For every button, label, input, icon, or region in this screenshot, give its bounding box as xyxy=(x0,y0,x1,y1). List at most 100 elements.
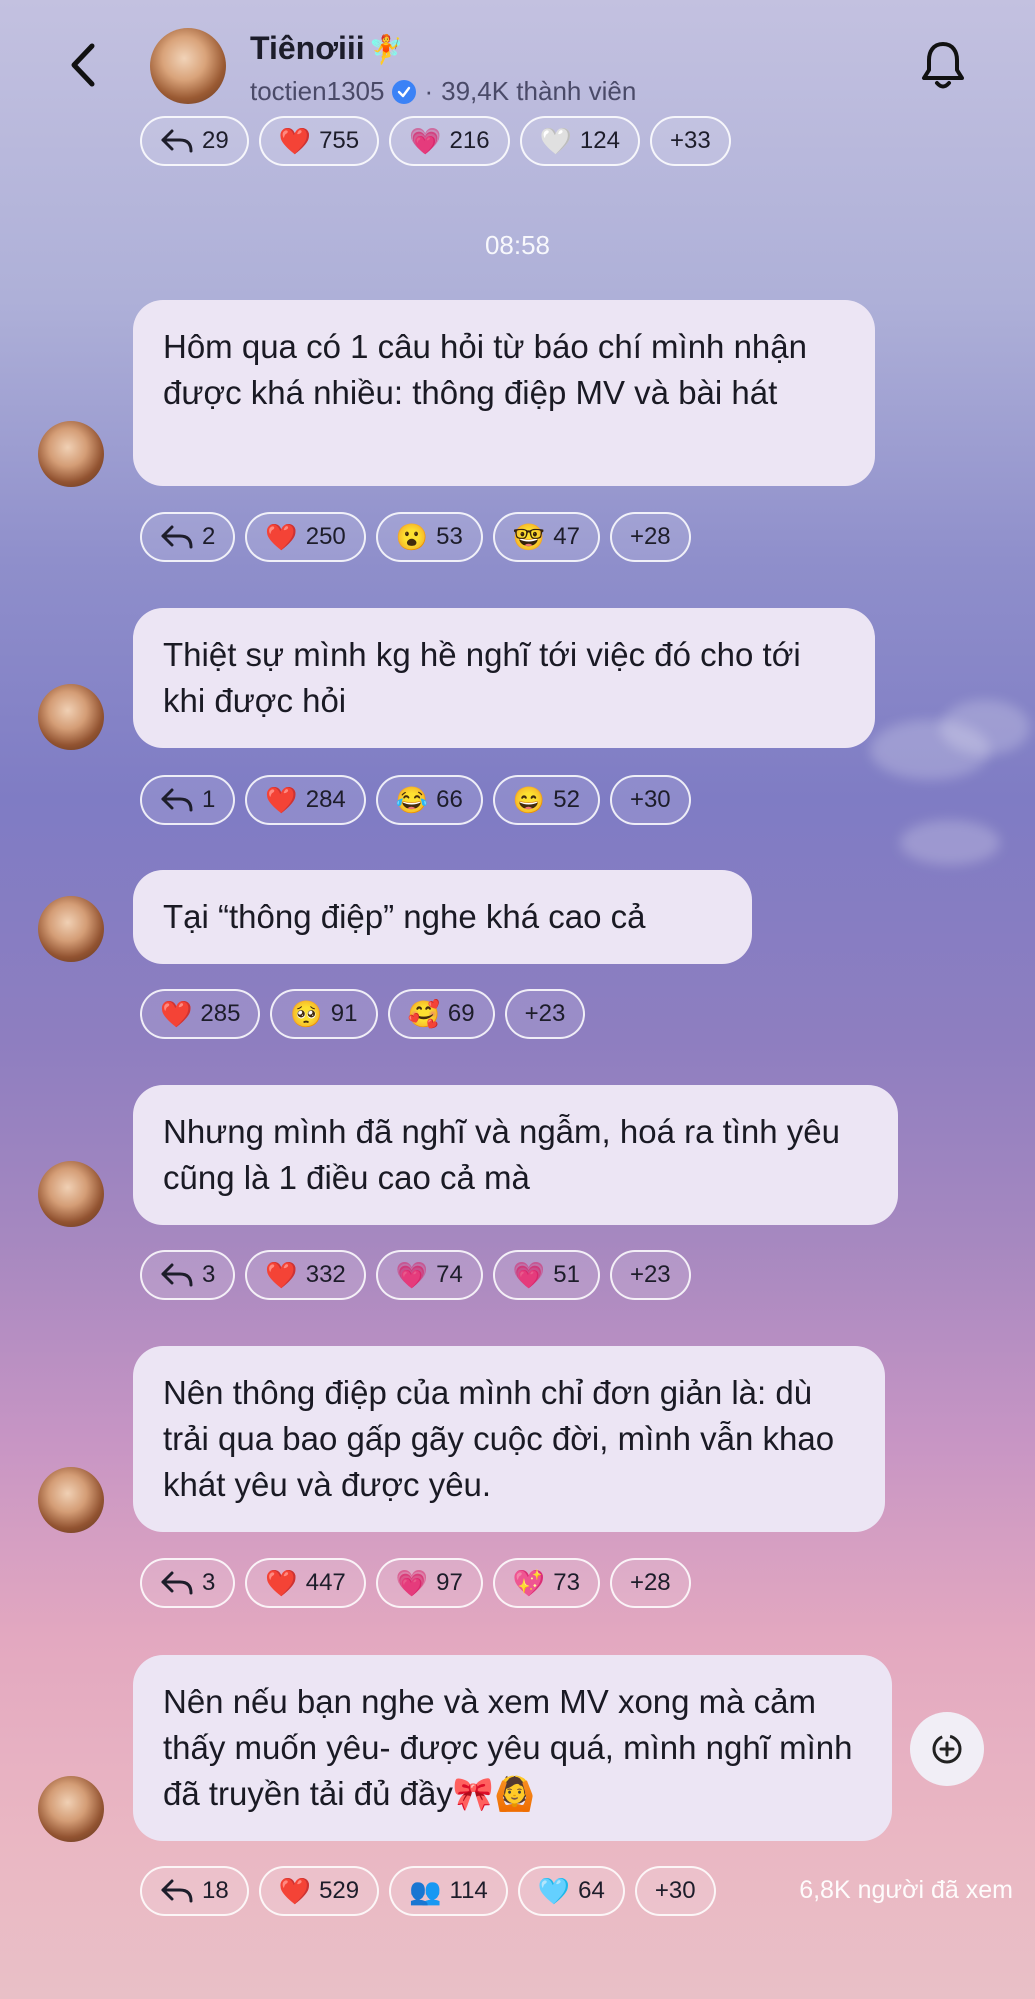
reaction-count: 69 xyxy=(447,1000,475,1027)
reply-count-chip[interactable]: 29 xyxy=(140,116,249,166)
reaction-count: 755 xyxy=(319,127,360,154)
message-bubble[interactable]: Hôm qua có 1 câu hỏi từ báo chí mình nhậ… xyxy=(133,300,875,486)
more-reactions-chip[interactable]: +28 xyxy=(609,512,691,562)
channel-subtitle: toctien1305 · 39,4K thành viên xyxy=(250,76,636,107)
reply-count-chip[interactable]: 3 xyxy=(140,1250,236,1300)
reply-count-chip[interactable]: 3 xyxy=(140,1558,236,1608)
reaction-chip[interactable]: 😮 53 xyxy=(375,512,483,562)
reply-count-chip[interactable]: 1 xyxy=(140,775,236,825)
reaction-chip[interactable]: 💗 97 xyxy=(375,1558,483,1608)
more-reactions-chip[interactable]: +30 xyxy=(634,1866,716,1916)
reaction-count: +23 xyxy=(524,1000,566,1027)
reaction-row: 3 ❤️ 447 💗 97 💖 73 +28 xyxy=(140,1558,691,1608)
reaction-chip[interactable]: 💖 73 xyxy=(492,1558,600,1608)
reaction-chip[interactable]: 😄 52 xyxy=(492,775,600,825)
sender-avatar[interactable] xyxy=(38,684,104,750)
message-bubble[interactable]: Thiệt sự mình kg hề nghĩ tới việc đó cho… xyxy=(133,608,875,748)
reaction-emoji-icon: 😂 xyxy=(395,785,429,815)
reaction-count: +28 xyxy=(629,1569,671,1596)
reaction-count: 114 xyxy=(449,1877,488,1904)
message-bubble[interactable]: Nên thông điệp của mình chỉ đơn giản là:… xyxy=(133,1346,885,1532)
reaction-chip[interactable]: 🩵 64 xyxy=(517,1866,625,1916)
reaction-chip[interactable]: 🥺 91 xyxy=(270,989,378,1039)
channel-title[interactable]: Tiênơiii 🧚 xyxy=(250,30,404,67)
reaction-emoji-icon: 🤍 xyxy=(539,126,572,156)
reaction-count: 284 xyxy=(305,786,346,813)
reaction-count: +28 xyxy=(629,523,671,550)
channel-title-text: Tiênơiii xyxy=(250,30,365,66)
reaction-emoji-icon: 💗 xyxy=(395,1260,429,1290)
reaction-chip[interactable]: ❤️ 285 xyxy=(140,989,261,1039)
add-reaction-button[interactable] xyxy=(910,1712,984,1786)
channel-username: toctien1305 xyxy=(250,76,385,106)
channel-avatar[interactable] xyxy=(150,28,226,104)
reaction-chip[interactable]: ❤️ 755 xyxy=(258,116,380,166)
reaction-emoji-icon: 💖 xyxy=(512,1568,546,1598)
member-count: 39,4K thành viên xyxy=(441,76,637,106)
reaction-emoji-icon: ❤️ xyxy=(160,999,193,1029)
reply-count-chip[interactable]: 18 xyxy=(140,1866,249,1916)
reaction-chip[interactable]: ❤️ 332 xyxy=(245,1250,366,1300)
reaction-emoji-icon: ❤️ xyxy=(265,522,298,552)
sender-avatar[interactable] xyxy=(38,896,104,962)
fairy-emoji: 🧚 xyxy=(368,34,404,65)
more-reactions-chip[interactable]: +23 xyxy=(504,989,586,1039)
reaction-chip[interactable]: ❤️ 284 xyxy=(245,775,366,825)
reaction-emoji-icon: 💗 xyxy=(512,1260,546,1290)
cloud-decoration xyxy=(940,700,1030,755)
sender-avatar[interactable] xyxy=(38,1467,104,1533)
reaction-chip[interactable]: 🤍 124 xyxy=(519,116,640,166)
reaction-chip[interactable]: ❤️ 529 xyxy=(258,1866,380,1916)
add-emoji-icon xyxy=(932,1734,962,1764)
reaction-emoji-icon: 🩵 xyxy=(537,1876,571,1906)
reaction-count: +30 xyxy=(629,786,671,813)
reply-icon xyxy=(161,1571,193,1595)
separator-dot: · xyxy=(424,76,434,106)
reaction-count: 73 xyxy=(553,1569,580,1596)
verified-badge-icon xyxy=(392,79,417,104)
reaction-count: 285 xyxy=(200,1000,241,1027)
reaction-emoji-icon: 🥺 xyxy=(290,999,323,1029)
reaction-chip[interactable]: ❤️ 250 xyxy=(245,512,366,562)
sender-avatar[interactable] xyxy=(38,421,104,487)
reaction-chip[interactable]: 😂 66 xyxy=(375,775,483,825)
reaction-chip[interactable]: 🤓 47 xyxy=(492,512,600,562)
reaction-chip[interactable]: ❤️ 447 xyxy=(245,1558,366,1608)
notification-bell-button[interactable] xyxy=(918,38,968,92)
reaction-count: 124 xyxy=(579,127,620,154)
reaction-emoji-icon: 🥰 xyxy=(407,999,440,1029)
more-reactions-chip[interactable]: +30 xyxy=(609,775,691,825)
reaction-emoji-icon: 😮 xyxy=(395,522,429,552)
reaction-count: 250 xyxy=(305,523,346,550)
more-reactions-chip[interactable]: +33 xyxy=(649,116,731,166)
sender-avatar[interactable] xyxy=(38,1776,104,1842)
reaction-chip[interactable]: 🥰 69 xyxy=(387,989,495,1039)
reaction-chip[interactable]: 💗 51 xyxy=(492,1250,600,1300)
reaction-chip[interactable]: 💗 216 xyxy=(389,116,510,166)
reaction-chip[interactable]: 👥 114 xyxy=(389,1866,508,1916)
message-bubble[interactable]: Nên nếu bạn nghe và xem MV xong mà cảm t… xyxy=(133,1655,892,1841)
chevron-left-icon xyxy=(71,43,95,87)
reply-count-chip[interactable]: 2 xyxy=(140,512,236,562)
back-button[interactable] xyxy=(62,40,106,90)
reaction-count: 47 xyxy=(553,523,580,550)
reply-icon xyxy=(161,1879,193,1903)
reaction-count: 216 xyxy=(449,127,490,154)
reaction-count: 2 xyxy=(202,523,216,550)
reaction-chip[interactable]: 💗 74 xyxy=(375,1250,483,1300)
reaction-count: 29 xyxy=(202,127,229,154)
view-count: 6,8K người đã xem xyxy=(799,1876,1013,1904)
reaction-emoji-icon: 👥 xyxy=(409,1876,442,1906)
reaction-count: 66 xyxy=(436,786,463,813)
reaction-count: 1 xyxy=(202,786,216,813)
reaction-count: +30 xyxy=(654,1877,696,1904)
reaction-count: 51 xyxy=(553,1261,580,1288)
message-bubble[interactable]: Tại “thông điệp” nghe khá cao cả xyxy=(133,870,752,964)
reaction-count: 529 xyxy=(319,1877,360,1904)
more-reactions-chip[interactable]: +23 xyxy=(609,1250,691,1300)
message-bubble[interactable]: Nhưng mình đã nghĩ và ngẫm, hoá ra tình … xyxy=(133,1085,898,1225)
more-reactions-chip[interactable]: +28 xyxy=(609,1558,691,1608)
reaction-count: 3 xyxy=(202,1261,216,1288)
reaction-emoji-icon: ❤️ xyxy=(265,1568,298,1598)
sender-avatar[interactable] xyxy=(38,1161,104,1227)
